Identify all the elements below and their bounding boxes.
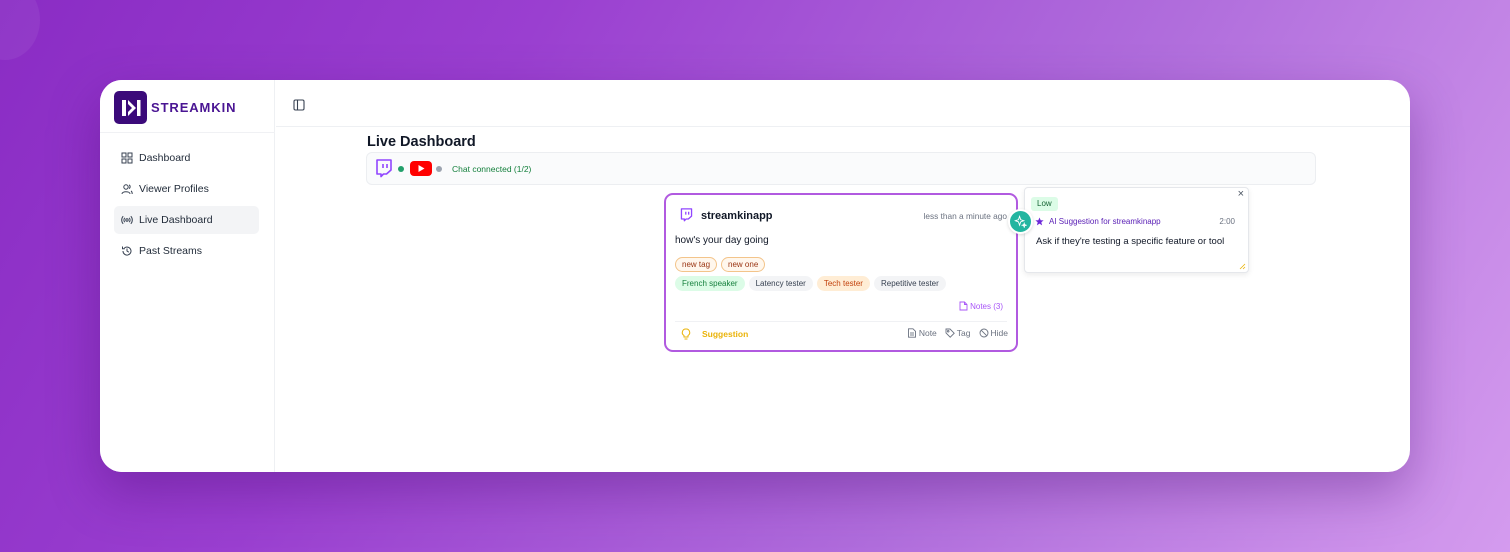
tag-chip[interactable]: new one [721, 257, 766, 272]
label-chip[interactable]: Latency tester [748, 276, 813, 291]
twitch-icon [680, 208, 693, 222]
sidebar-item-label: Viewer Profiles [139, 183, 209, 195]
message-timestamp: less than a minute ago [923, 211, 1007, 221]
divider [675, 321, 1007, 322]
viewer-tags: new tag new one [675, 257, 769, 272]
tag-button[interactable]: Tag [945, 328, 971, 338]
tag-label: Tag [956, 328, 971, 338]
lightbulb-icon [681, 328, 691, 340]
priority-badge: Low [1031, 197, 1058, 211]
sidebar-toggle-icon[interactable] [292, 98, 306, 112]
divider [100, 132, 275, 133]
youtube-icon[interactable] [410, 161, 432, 176]
ai-sparkle-button[interactable] [1008, 209, 1033, 234]
ai-suggestion-panel: Low × AI Suggestion for streamkinapp 2:0… [1024, 187, 1249, 273]
label-chip[interactable]: French speaker [675, 276, 745, 291]
label-chip[interactable]: Tech tester [816, 276, 870, 291]
note-icon [959, 301, 968, 311]
sidebar-item-label: Dashboard [139, 152, 191, 164]
sidebar-item-viewer-profiles[interactable]: Viewer Profiles [114, 175, 259, 203]
ai-suggestion-title-text: AI Suggestion for streamkinapp [1049, 217, 1161, 226]
top-bar [276, 80, 1410, 127]
sidebar-item-label: Live Dashboard [139, 214, 213, 226]
note-button[interactable]: Note [907, 328, 937, 338]
connection-status-bar: Chat connected (1/2) [366, 152, 1316, 185]
sparkle-icon [1014, 215, 1027, 228]
tag-chip[interactable]: new tag [675, 257, 718, 272]
hide-button[interactable]: Hide [979, 328, 1008, 338]
brand[interactable]: STREAMKIN [114, 91, 236, 124]
countdown-timer: 2:00 [1219, 217, 1235, 226]
chat-message-card[interactable]: streamkinapp less than a minute ago how'… [664, 193, 1018, 352]
viewer-labels: French speaker Latency tester Tech teste… [675, 276, 950, 291]
hide-icon [979, 328, 988, 338]
sidebar-item-live-dashboard[interactable]: Live Dashboard [114, 206, 259, 234]
grid-icon [121, 152, 133, 164]
ai-suggestion-text: Ask if they're testing a specific featur… [1036, 236, 1225, 247]
history-icon [122, 246, 132, 256]
app-window: STREAMKIN Dashboard Viewer Profiles Live… [100, 80, 1410, 472]
broadcast-icon [121, 215, 133, 225]
sidebar: STREAMKIN Dashboard Viewer Profiles Live… [100, 80, 275, 472]
youtube-status-dot [436, 165, 442, 172]
hide-label: Hide [990, 328, 1008, 338]
message-username[interactable]: streamkinapp [701, 210, 773, 222]
star-icon [1035, 217, 1044, 226]
sidebar-item-past-streams[interactable]: Past Streams [114, 237, 259, 265]
twitch-status-dot [398, 165, 404, 172]
sidebar-nav: Dashboard Viewer Profiles Live Dashboard [114, 144, 259, 268]
suggestion-label: Suggestion [702, 329, 749, 339]
brand-name: STREAMKIN [151, 100, 237, 115]
close-icon[interactable]: × [1238, 188, 1244, 200]
suggestion-button[interactable]: Suggestion [681, 328, 748, 340]
background-blob [0, 0, 40, 60]
message-text: how's your day going [675, 235, 769, 246]
chat-status-text: Chat connected (1/2) [452, 163, 532, 174]
streamkin-logo-icon [114, 91, 147, 124]
message-actions: Note Tag Hide [899, 328, 1008, 338]
sidebar-item-label: Past Streams [139, 245, 203, 257]
notes-count-label: Notes (3) [970, 301, 1003, 311]
note-icon [907, 328, 916, 338]
note-label: Note [918, 328, 937, 338]
tag-icon [945, 328, 955, 338]
sidebar-item-dashboard[interactable]: Dashboard [114, 144, 259, 172]
page-title: Live Dashboard [367, 134, 476, 150]
ai-suggestion-title: AI Suggestion for streamkinapp [1035, 217, 1161, 226]
label-chip[interactable]: Repetitive tester [873, 276, 946, 291]
resize-handle-icon[interactable] [1239, 263, 1246, 270]
users-icon [121, 184, 133, 195]
twitch-icon[interactable] [375, 159, 393, 178]
notes-link[interactable]: Notes (3) [959, 301, 1003, 311]
